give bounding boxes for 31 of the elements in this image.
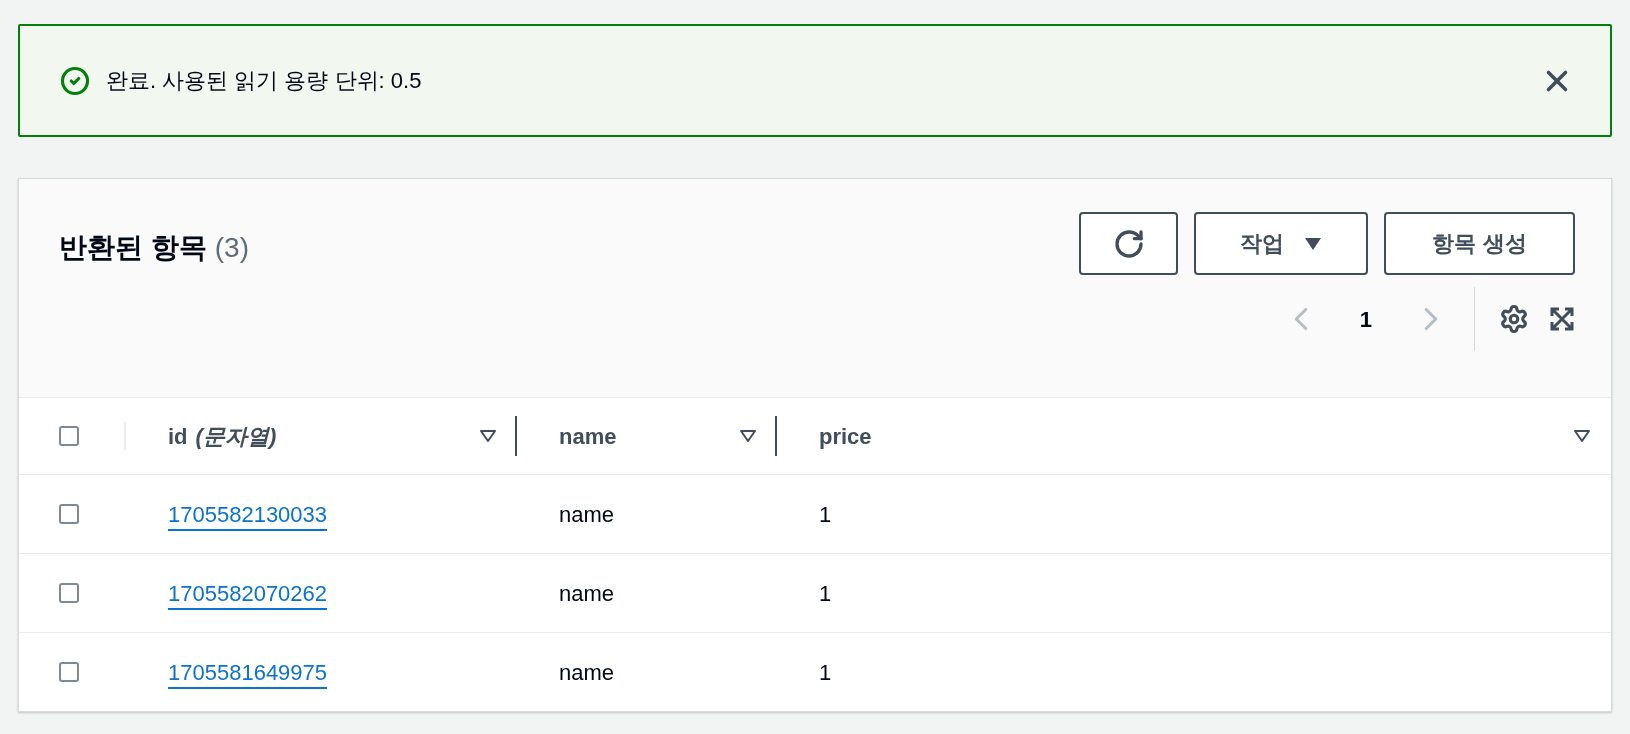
panel-title: 반환된 항목: [59, 232, 207, 263]
actions-dropdown[interactable]: 작업: [1194, 212, 1368, 275]
column-header[interactable]: id (문자열): [168, 419, 277, 453]
create-item-button[interactable]: 항목 생성: [1384, 212, 1575, 275]
table-cell: name: [559, 580, 615, 606]
column-header[interactable]: price: [819, 419, 872, 453]
checkbox[interactable]: [59, 662, 79, 682]
column-header[interactable]: name: [559, 419, 617, 453]
check-circle-icon: [60, 65, 90, 96]
table-cell: 1: [819, 659, 832, 685]
table-cell: name: [559, 659, 615, 685]
banner-message: 완료. 사용된 읽기 용량 단위: 0.5: [106, 67, 422, 95]
item-count: (3): [214, 232, 249, 263]
item-id-link[interactable]: 1705581649975: [168, 659, 328, 689]
settings-button[interactable]: [1499, 304, 1529, 334]
checkbox[interactable]: [59, 583, 79, 603]
caret-icon: [1304, 236, 1322, 251]
table-cell: name: [559, 501, 615, 527]
refresh-icon: [1112, 227, 1145, 260]
item-id-link[interactable]: 1705582130033: [168, 501, 328, 531]
checkbox[interactable]: [59, 426, 79, 446]
page-number[interactable]: 1: [1351, 302, 1380, 336]
refresh-button[interactable]: [1079, 212, 1178, 275]
sort-triangle-icon[interactable]: [479, 429, 497, 443]
item-id-link[interactable]: 1705582070262: [168, 580, 328, 610]
sort-triangle-icon[interactable]: [739, 429, 757, 443]
table-cell: 1: [819, 501, 832, 527]
expand-icon[interactable]: [1549, 306, 1575, 332]
table-cell: 1: [819, 580, 832, 606]
sort-triangle-icon[interactable]: [1573, 429, 1591, 443]
checkbox[interactable]: [59, 504, 79, 524]
